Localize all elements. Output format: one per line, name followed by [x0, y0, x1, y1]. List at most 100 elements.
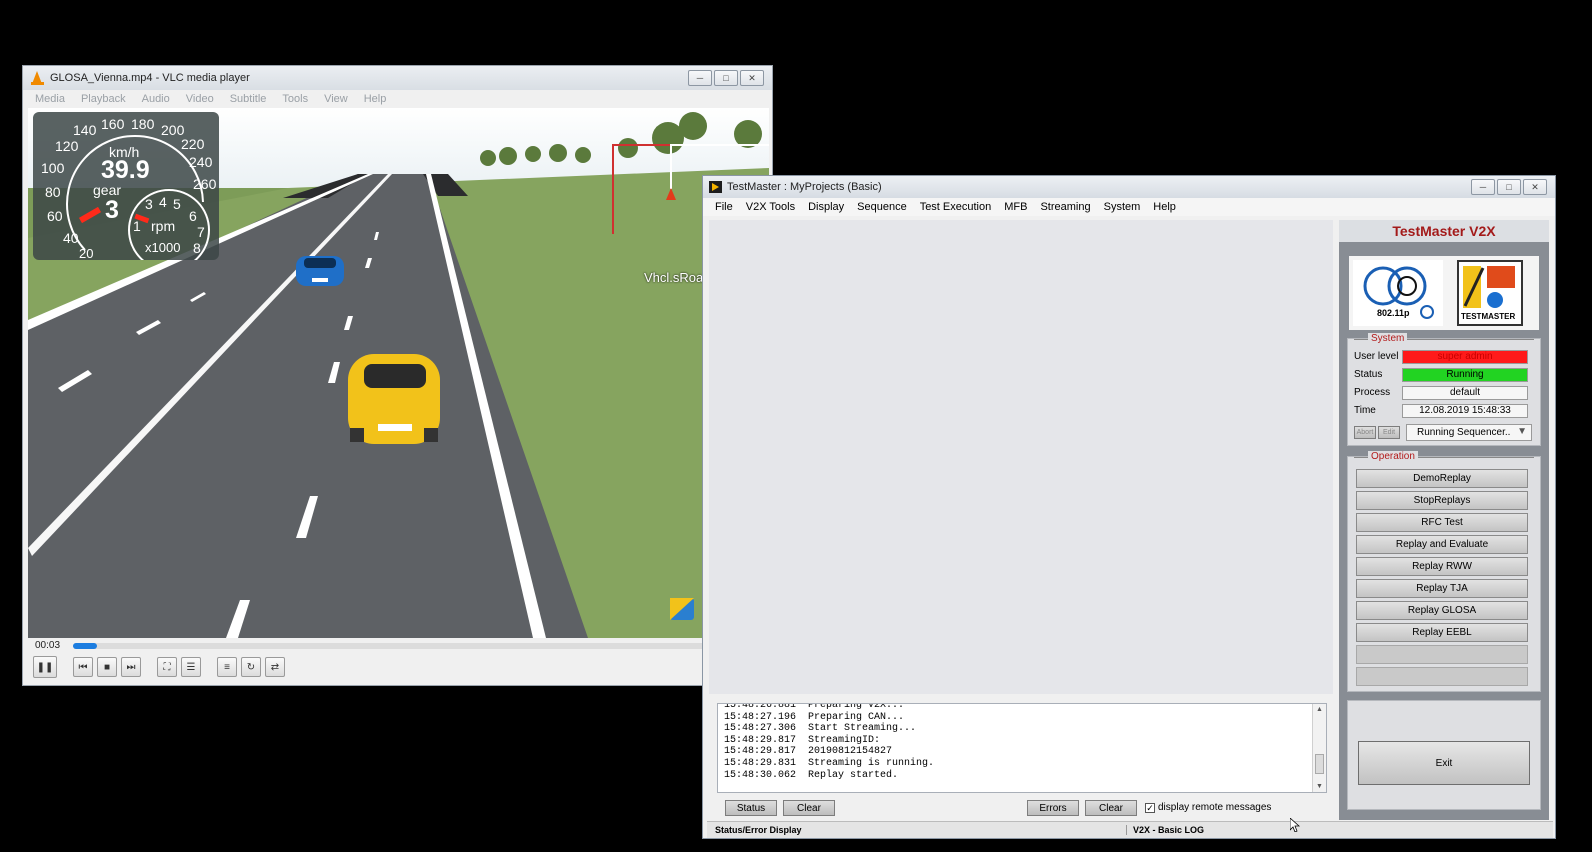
status-label: Status: [1354, 369, 1383, 380]
replay-and-evaluate-button[interactable]: Replay and Evaluate: [1356, 535, 1528, 554]
panel-heading: TestMaster V2X: [1339, 220, 1549, 242]
edit-button[interactable]: Edit: [1378, 425, 1400, 439]
empty-operation-slot: [1356, 667, 1528, 686]
close-button[interactable]: ✕: [740, 70, 764, 86]
stop-button[interactable]: ■: [97, 657, 117, 677]
status-row: Status Running: [1354, 367, 1534, 382]
exit-button[interactable]: Exit: [1358, 741, 1530, 785]
log-line: 15:48:26.881 Preparing V2X...: [724, 703, 905, 711]
clear-status-button[interactable]: Clear: [783, 800, 835, 816]
close-button[interactable]: ✕: [1523, 179, 1547, 195]
video-frame[interactable]: 140 160 180 200 220 240 260 120 100 80 6…: [28, 108, 769, 638]
pause-button[interactable]: ❚❚: [33, 656, 57, 678]
menu-file[interactable]: File: [715, 201, 733, 213]
stop-replays-button[interactable]: StopReplays: [1356, 491, 1528, 510]
log-line: 15:48:27.196 Preparing CAN...: [724, 711, 905, 723]
scroll-up-icon[interactable]: ▲: [1316, 706, 1323, 713]
log-scrollbar[interactable]: ▲ ▼: [1312, 704, 1326, 792]
time-value: 12.08.2019 15:48:33: [1402, 403, 1528, 418]
speed-tick: 140: [73, 122, 97, 138]
maximize-button[interactable]: □: [714, 70, 738, 86]
seek-bar[interactable]: [73, 643, 763, 649]
menu-streaming[interactable]: Streaming: [1040, 201, 1090, 213]
sequencer-dropdown[interactable]: Running Sequencer.. ▼: [1406, 423, 1532, 441]
next-button[interactable]: ⏭: [121, 657, 141, 677]
menu-display[interactable]: Display: [808, 201, 844, 213]
menu-playback[interactable]: Playback: [81, 93, 126, 105]
fullscreen-button[interactable]: ⛶: [157, 657, 177, 677]
user-level-row: User level super admin: [1354, 349, 1534, 364]
status-value: Running: [1402, 367, 1528, 382]
menu-video[interactable]: Video: [186, 93, 214, 105]
errors-button[interactable]: Errors: [1027, 800, 1079, 816]
seek-bar-fill: [73, 643, 98, 649]
menu-help[interactable]: Help: [364, 93, 387, 105]
menu-sequence[interactable]: Sequence: [857, 201, 907, 213]
menu-tools[interactable]: Tools: [282, 93, 308, 105]
log-line: 15:48:29.831 Streaming is running.: [724, 757, 935, 769]
testmaster-titlebar[interactable]: TestMaster : MyProjects (Basic) ─ □ ✕: [703, 176, 1555, 198]
minimize-button[interactable]: ─: [688, 70, 712, 86]
scroll-thumb[interactable]: [1315, 754, 1324, 774]
rfc-test-button[interactable]: RFC Test: [1356, 513, 1528, 532]
rpm-multiplier: x1000: [145, 240, 181, 255]
minimize-button[interactable]: ─: [1471, 179, 1495, 195]
menu-help[interactable]: Help: [1153, 201, 1176, 213]
previous-button[interactable]: ⏮: [73, 657, 93, 677]
vlc-titlebar[interactable]: GLOSA_Vienna.mp4 - VLC media player ─ □ …: [23, 66, 772, 90]
maximize-button[interactable]: □: [1497, 179, 1521, 195]
extended-settings-button[interactable]: ☰: [181, 657, 201, 677]
menu-audio[interactable]: Audio: [142, 93, 170, 105]
replay-rww-button[interactable]: Replay RWW: [1356, 557, 1528, 576]
exit-group: Exit: [1347, 700, 1541, 810]
status-bar-right: V2X - Basic LOG: [1133, 825, 1205, 835]
replay-eebl-button[interactable]: Replay EEBL: [1356, 623, 1528, 642]
main-workspace[interactable]: [709, 220, 1333, 694]
playlist-button[interactable]: ≡: [217, 657, 237, 677]
menu-test-execution[interactable]: Test Execution: [920, 201, 992, 213]
rpm-tick: 7: [197, 224, 205, 240]
process-label: Process: [1354, 387, 1391, 398]
status-button[interactable]: Status: [725, 800, 777, 816]
remote-messages-label: display remote messages: [1158, 802, 1272, 813]
menu-media[interactable]: Media: [35, 93, 65, 105]
speed-value: 39.9: [101, 156, 150, 184]
menu-mfb[interactable]: MFB: [1004, 201, 1027, 213]
rpm-tick: 1: [133, 218, 141, 234]
process-row: Process default: [1354, 385, 1534, 400]
control-panel: TestMaster V2X 802.11p TESTMASTER System…: [1339, 220, 1549, 820]
menu-v2x-tools[interactable]: V2X Tools: [746, 201, 795, 213]
scroll-down-icon[interactable]: ▼: [1316, 783, 1323, 790]
shuffle-button[interactable]: ⇄: [265, 657, 285, 677]
remote-messages-checkbox[interactable]: ✓ display remote messages: [1145, 802, 1271, 813]
logo-strip: 802.11p TESTMASTER: [1349, 256, 1539, 330]
user-level-label: User level: [1354, 351, 1399, 362]
menu-view[interactable]: View: [324, 93, 348, 105]
rpm-label: rpm: [151, 218, 176, 234]
speed-tick: 240: [189, 154, 213, 170]
menu-subtitle[interactable]: Subtitle: [230, 93, 267, 105]
demo-replay-button[interactable]: DemoReplay: [1356, 469, 1528, 488]
loop-button[interactable]: ↻: [241, 657, 261, 677]
speed-tick: 220: [181, 136, 205, 152]
vlc-cone-icon: [31, 71, 44, 85]
testmaster-menubar: File V2X Tools Display Sequence Test Exe…: [703, 198, 1555, 216]
system-group-title: System: [1368, 333, 1408, 344]
replay-glosa-button[interactable]: Replay GLOSA: [1356, 601, 1528, 620]
log-panel[interactable]: 15:48:26.881 Preparing V2X... 15:48:27.19…: [717, 703, 1327, 793]
playback-controls: ❚❚ ⏮ ■ ⏭ ⛶ ☰ ≡ ↻ ⇄: [33, 656, 285, 678]
replay-tja-button[interactable]: Replay TJA: [1356, 579, 1528, 598]
abort-button[interactable]: Abort: [1354, 425, 1376, 439]
status-bar: Status/Error Display V2X - Basic LOG: [707, 821, 1553, 838]
testmaster-app-icon: [709, 181, 722, 193]
chevron-down-icon[interactable]: ▼: [1517, 426, 1527, 437]
checkmark-icon[interactable]: ✓: [1145, 802, 1155, 813]
testmaster-window: TestMaster : MyProjects (Basic) ─ □ ✕ Fi…: [702, 175, 1556, 839]
speed-tick: 60: [47, 208, 63, 224]
speed-tick: 40: [63, 230, 79, 246]
empty-operation-slot: [1356, 645, 1528, 664]
vlc-window: GLOSA_Vienna.mp4 - VLC media player ─ □ …: [22, 65, 773, 686]
speed-tick: 100: [41, 160, 65, 176]
menu-system[interactable]: System: [1104, 201, 1141, 213]
clear-errors-button[interactable]: Clear: [1085, 800, 1137, 816]
